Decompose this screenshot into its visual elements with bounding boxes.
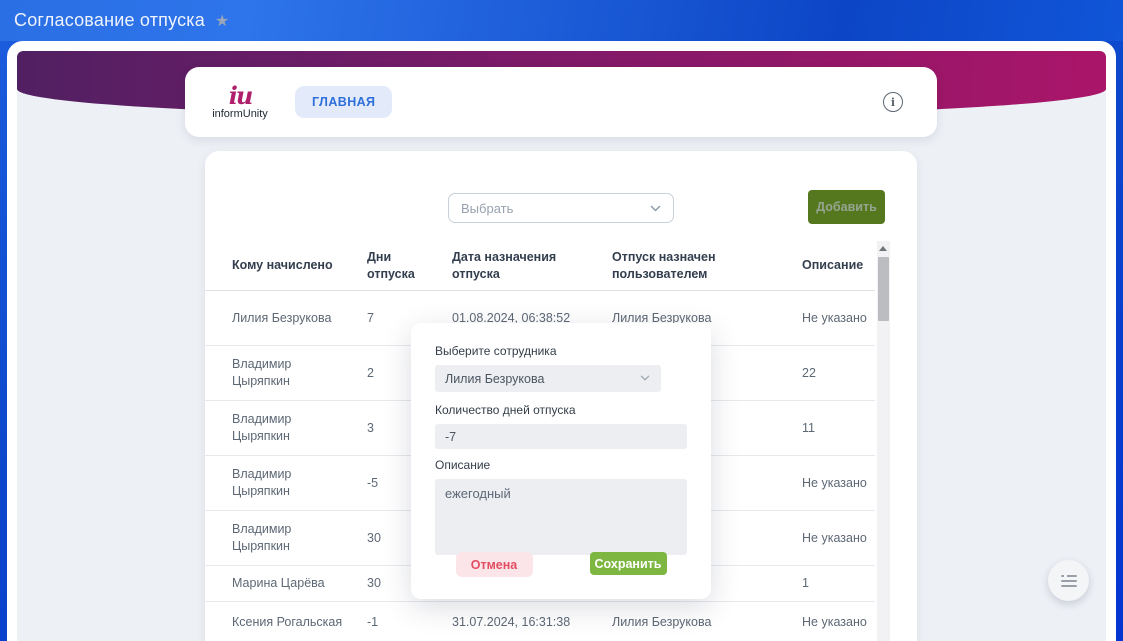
table-header-row: Кому начислено Дни отпуска Дата назначен… (205, 241, 875, 291)
header-card: iu informUnity ГЛАВНАЯ i (185, 67, 937, 137)
cell-description: Не указано (802, 614, 875, 631)
cell-description: Не указано (802, 530, 875, 547)
cell-description: 11 (802, 420, 875, 437)
col-header-date: Дата назначения отпуска (452, 249, 612, 283)
chevron-down-icon (650, 203, 661, 214)
cancel-button[interactable]: Отмена (456, 552, 533, 577)
filter-select[interactable]: Выбрать (448, 193, 674, 223)
description-textarea[interactable]: ежегодный (435, 479, 687, 555)
filter-select-placeholder: Выбрать (461, 201, 513, 216)
scrollbar-thumb[interactable] (878, 257, 889, 321)
app-logo[interactable]: iu informUnity (185, 85, 295, 120)
floating-menu-button[interactable] (1048, 560, 1089, 601)
scroll-up-icon[interactable] (879, 246, 887, 251)
col-header-description: Описание (802, 257, 875, 274)
cell-days: -1 (367, 614, 452, 631)
cell-name: Владимир Цыряпкин (232, 466, 367, 500)
add-button[interactable]: Добавить (808, 190, 885, 224)
table-scrollbar[interactable] (877, 241, 890, 641)
window-titlebar: Согласование отпуска ★ (0, 0, 1123, 41)
cell-description: Не указано (802, 475, 875, 492)
modal-actions: Отмена Сохранить (411, 552, 711, 577)
cell-name: Лилия Безрукова (232, 310, 367, 327)
cell-name: Марина Царёва (232, 575, 367, 592)
chevron-down-icon (640, 373, 651, 384)
add-vacation-modal: Выберите сотрудника Лилия Безрукова Коли… (411, 323, 711, 599)
page-title: Согласование отпуска (14, 10, 205, 31)
cell-name: Владимир Цыряпкин (232, 411, 367, 445)
favorite-star-icon[interactable]: ★ (215, 11, 229, 31)
col-header-assigned-by: Отпуск назначен пользователем (612, 249, 802, 283)
logo-text: informUnity (185, 108, 295, 120)
days-label: Количество дней отпуска (435, 403, 687, 417)
employee-select-value: Лилия Безрукова (445, 372, 544, 386)
employee-label: Выберите сотрудника (435, 344, 687, 358)
employee-select[interactable]: Лилия Безрукова (435, 365, 661, 392)
cell-date: 31.07.2024, 16:31:38 (452, 614, 612, 631)
cell-name: Владимир Цыряпкин (232, 521, 367, 555)
days-input[interactable] (435, 424, 687, 449)
cell-assigned-by: Лилия Безрукова (612, 614, 802, 631)
info-icon[interactable]: i (883, 92, 903, 112)
tab-main[interactable]: ГЛАВНАЯ (295, 86, 392, 118)
cell-description: 1 (802, 575, 875, 592)
col-header-recipient: Кому начислено (232, 257, 367, 274)
cell-description: Не указано (802, 310, 875, 327)
list-icon (1061, 575, 1077, 587)
description-label: Описание (435, 458, 687, 472)
logo-mark: iu (185, 85, 295, 107)
cell-name: Ксения Рогальская (232, 614, 367, 631)
save-button[interactable]: Сохранить (590, 552, 667, 575)
cell-name: Владимир Цыряпкин (232, 356, 367, 390)
table-row[interactable]: Ксения Рогальская -1 31.07.2024, 16:31:3… (205, 602, 875, 641)
col-header-days: Дни отпуска (367, 249, 452, 283)
cell-description: 22 (802, 365, 875, 382)
